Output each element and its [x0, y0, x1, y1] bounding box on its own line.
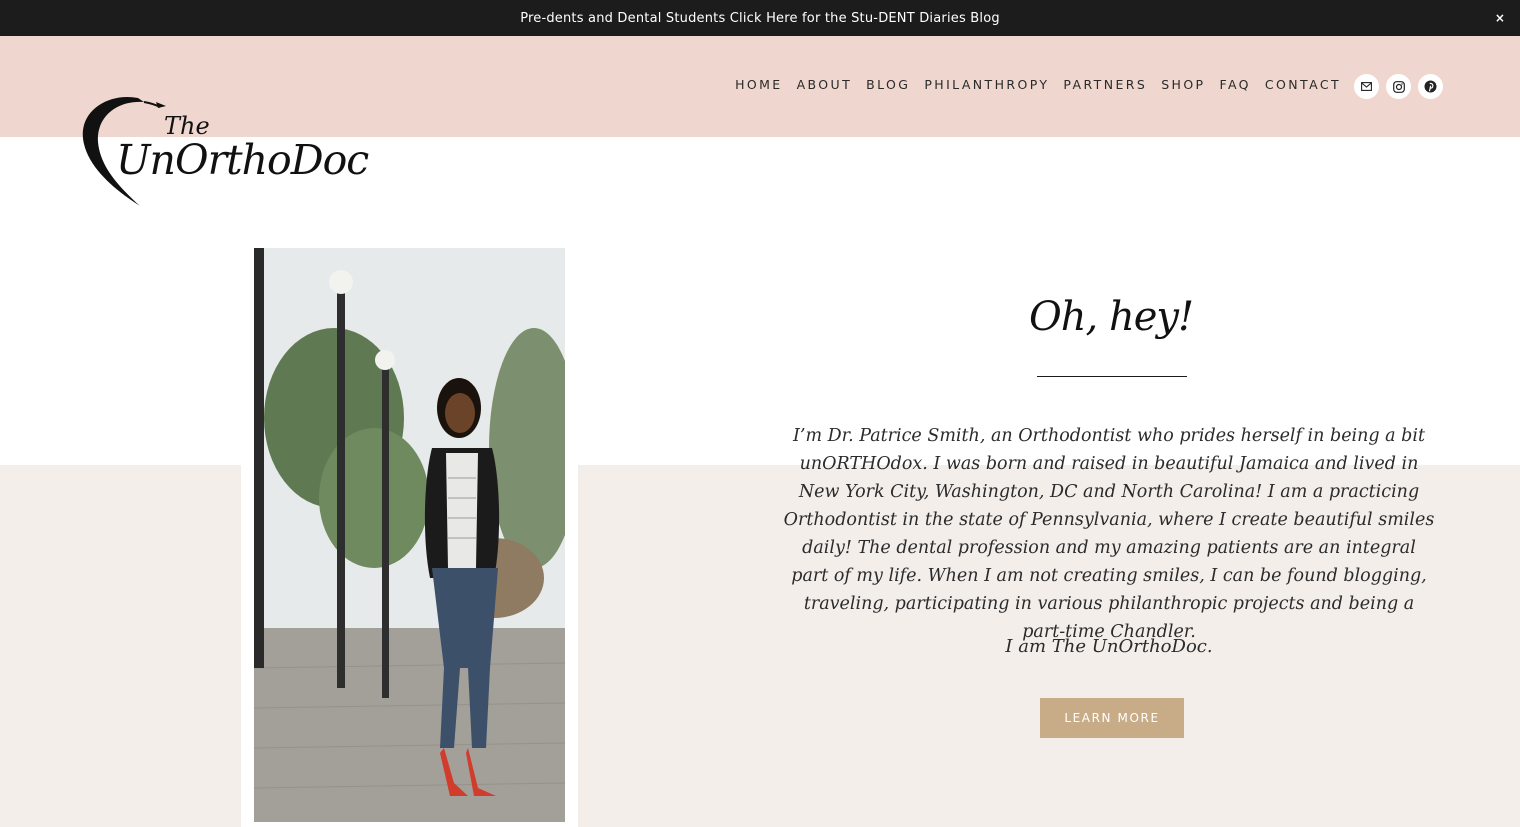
intro-paragraph: I’m Dr. Patrice Smith, an Orthodontist w… [783, 426, 1435, 642]
learn-more-button[interactable]: LEARN MORE [1040, 698, 1184, 738]
mail-icon[interactable] [1354, 74, 1379, 99]
close-icon[interactable]: × [1492, 9, 1508, 27]
announcement-bar: Pre-dents and Dental Students Click Here… [0, 0, 1520, 36]
logo-wordmark: UnOrthoDoc [116, 136, 369, 184]
nav-blog[interactable]: BLOG [866, 77, 910, 92]
main-nav: HOME ABOUT BLOG PHILANTHROPY PARTNERS SH… [735, 74, 1341, 94]
nav-contact[interactable]: CONTACT [1265, 77, 1341, 92]
nav-shop[interactable]: SHOP [1161, 77, 1205, 92]
portrait-illustration [254, 248, 565, 822]
social-icons [1354, 74, 1443, 99]
portrait-photo [254, 248, 565, 822]
nav-partners[interactable]: PARTNERS [1063, 77, 1147, 92]
nav-home[interactable]: HOME [735, 77, 783, 92]
nav-about[interactable]: ABOUT [797, 77, 853, 92]
site-logo[interactable]: The UnOrthoDoc [78, 92, 394, 210]
pinterest-icon[interactable] [1418, 74, 1443, 99]
announcement-link[interactable]: Pre-dents and Dental Students Click Here… [520, 11, 1000, 26]
nav-philanthropy[interactable]: PHILANTHROPY [924, 77, 1049, 92]
tagline: I am The UnOrthoDoc. [1005, 636, 1213, 657]
hero-heading: Oh, hey! [1028, 294, 1194, 340]
instagram-icon[interactable] [1386, 74, 1411, 99]
nav-faq[interactable]: FAQ [1220, 77, 1251, 92]
heading-divider [1037, 376, 1187, 377]
